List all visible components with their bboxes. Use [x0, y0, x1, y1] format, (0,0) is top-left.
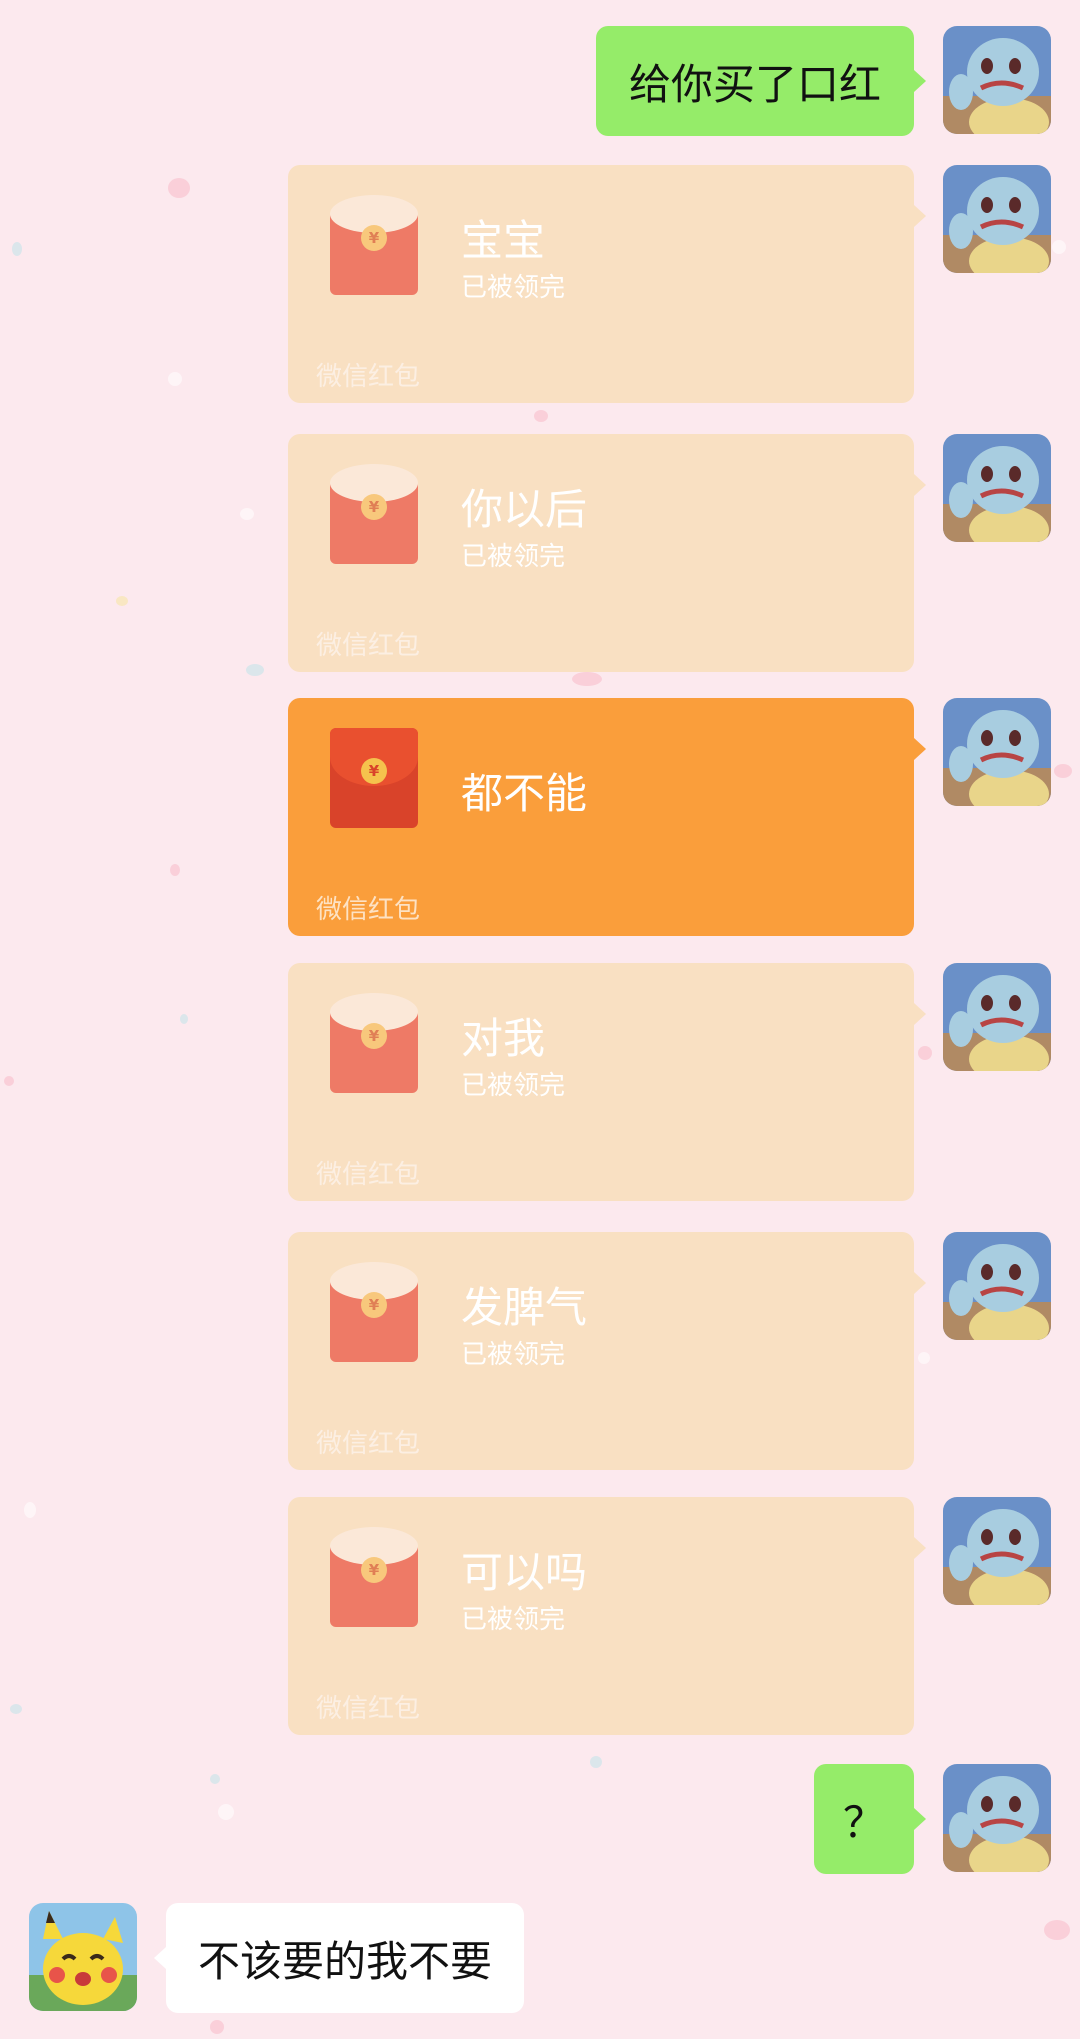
message-row-sent: ¥ 都不能 微信红包 — [0, 698, 1080, 938]
red-envelope-icon: ¥ — [330, 728, 418, 830]
red-packet-footer: 微信红包 — [316, 1694, 421, 1724]
red-packet-title: 你以后 — [461, 485, 588, 534]
red-packet-footer: 微信红包 — [316, 1160, 421, 1190]
red-packet-status: 已被领完 — [461, 542, 566, 572]
bubble-tail — [914, 738, 926, 760]
bubble-tail — [914, 1537, 926, 1559]
bubble-tail — [914, 70, 926, 92]
bubble-tail — [914, 474, 926, 496]
my-avatar[interactable] — [943, 1764, 1051, 1872]
my-avatar[interactable] — [943, 698, 1051, 806]
red-packet-card[interactable]: ¥ 对我 已被领完 微信红包 — [288, 963, 926, 1201]
squirtle-avatar-icon — [943, 434, 1051, 542]
bubble-tail — [914, 205, 926, 227]
message-row-sent: ¥ 可以吗 已被领完 微信红包 — [0, 1497, 1080, 1737]
my-avatar[interactable] — [943, 1497, 1051, 1605]
squirtle-avatar-icon — [943, 963, 1051, 1071]
bubble-tail — [914, 1272, 926, 1294]
red-envelope-icon: ¥ — [330, 464, 418, 566]
pikachu-avatar-icon — [29, 1903, 137, 2011]
bubble-tail — [914, 1003, 926, 1025]
red-envelope-icon: ¥ — [330, 1262, 418, 1364]
squirtle-avatar-icon — [943, 698, 1051, 806]
message-row-received: 不该要的我不要 — [0, 1903, 1080, 2013]
contact-avatar[interactable] — [29, 1903, 137, 2011]
message-row-sent: ¥ 发脾气 已被领完 微信红包 — [0, 1232, 1080, 1472]
bubble-tail — [914, 1808, 926, 1830]
squirtle-avatar-icon — [943, 165, 1051, 273]
red-packet-card[interactable]: ¥ 可以吗 已被领完 微信红包 — [288, 1497, 926, 1735]
squirtle-avatar-icon — [943, 1232, 1051, 1340]
red-packet-title: 可以吗 — [461, 1548, 588, 1597]
squirtle-avatar-icon — [943, 1497, 1051, 1605]
bubble-tail — [154, 1947, 166, 1969]
message-row-sent: ¥ 你以后 已被领完 微信红包 — [0, 434, 1080, 674]
red-packet-footer: 微信红包 — [316, 362, 421, 392]
my-avatar[interactable] — [943, 434, 1051, 542]
message-row-sent: ¥ 宝宝 已被领完 微信红包 — [0, 165, 1080, 405]
red-packet-footer: 微信红包 — [316, 631, 421, 661]
my-avatar[interactable] — [943, 165, 1051, 273]
received-message-bubble[interactable]: 不该要的我不要 — [166, 1903, 524, 2013]
squirtle-avatar-icon — [943, 26, 1051, 134]
red-packet-status: 已被领完 — [461, 273, 566, 303]
message-text: ？ — [842, 1797, 885, 1847]
message-row-sent: ？ — [0, 1764, 1080, 1874]
red-packet-title: 都不能 — [461, 769, 588, 818]
red-packet-title: 宝宝 — [461, 216, 546, 265]
sent-message-bubble[interactable]: ？ — [814, 1764, 914, 1874]
message-text: 不该要的我不要 — [197, 1936, 492, 1986]
red-packet-footer: 微信红包 — [316, 895, 421, 925]
red-packet-card[interactable]: ¥ 你以后 已被领完 微信红包 — [288, 434, 926, 672]
red-packet-status: 已被领完 — [461, 1605, 566, 1635]
message-row-sent: 给你买了口红 — [0, 26, 1080, 136]
red-packet-footer: 微信红包 — [316, 1429, 421, 1459]
squirtle-avatar-icon — [943, 1764, 1051, 1872]
red-packet-status: 已被领完 — [461, 1071, 566, 1101]
sent-message-bubble[interactable]: 给你买了口红 — [596, 26, 914, 136]
red-envelope-icon: ¥ — [330, 993, 418, 1095]
red-packet-card-unclaimed[interactable]: ¥ 都不能 微信红包 — [288, 698, 926, 936]
red-packet-card[interactable]: ¥ 宝宝 已被领完 微信红包 — [288, 165, 926, 403]
red-packet-card[interactable]: ¥ 发脾气 已被领完 微信红包 — [288, 1232, 926, 1470]
my-avatar[interactable] — [943, 26, 1051, 134]
red-envelope-icon: ¥ — [330, 195, 418, 297]
red-packet-title: 对我 — [461, 1014, 546, 1063]
message-text: 给你买了口红 — [628, 59, 881, 109]
message-row-sent: ¥ 对我 已被领完 微信红包 — [0, 963, 1080, 1203]
red-packet-status: 已被领完 — [461, 1340, 566, 1370]
red-envelope-icon: ¥ — [330, 1527, 418, 1629]
red-packet-title: 发脾气 — [461, 1283, 588, 1332]
my-avatar[interactable] — [943, 963, 1051, 1071]
my-avatar[interactable] — [943, 1232, 1051, 1340]
